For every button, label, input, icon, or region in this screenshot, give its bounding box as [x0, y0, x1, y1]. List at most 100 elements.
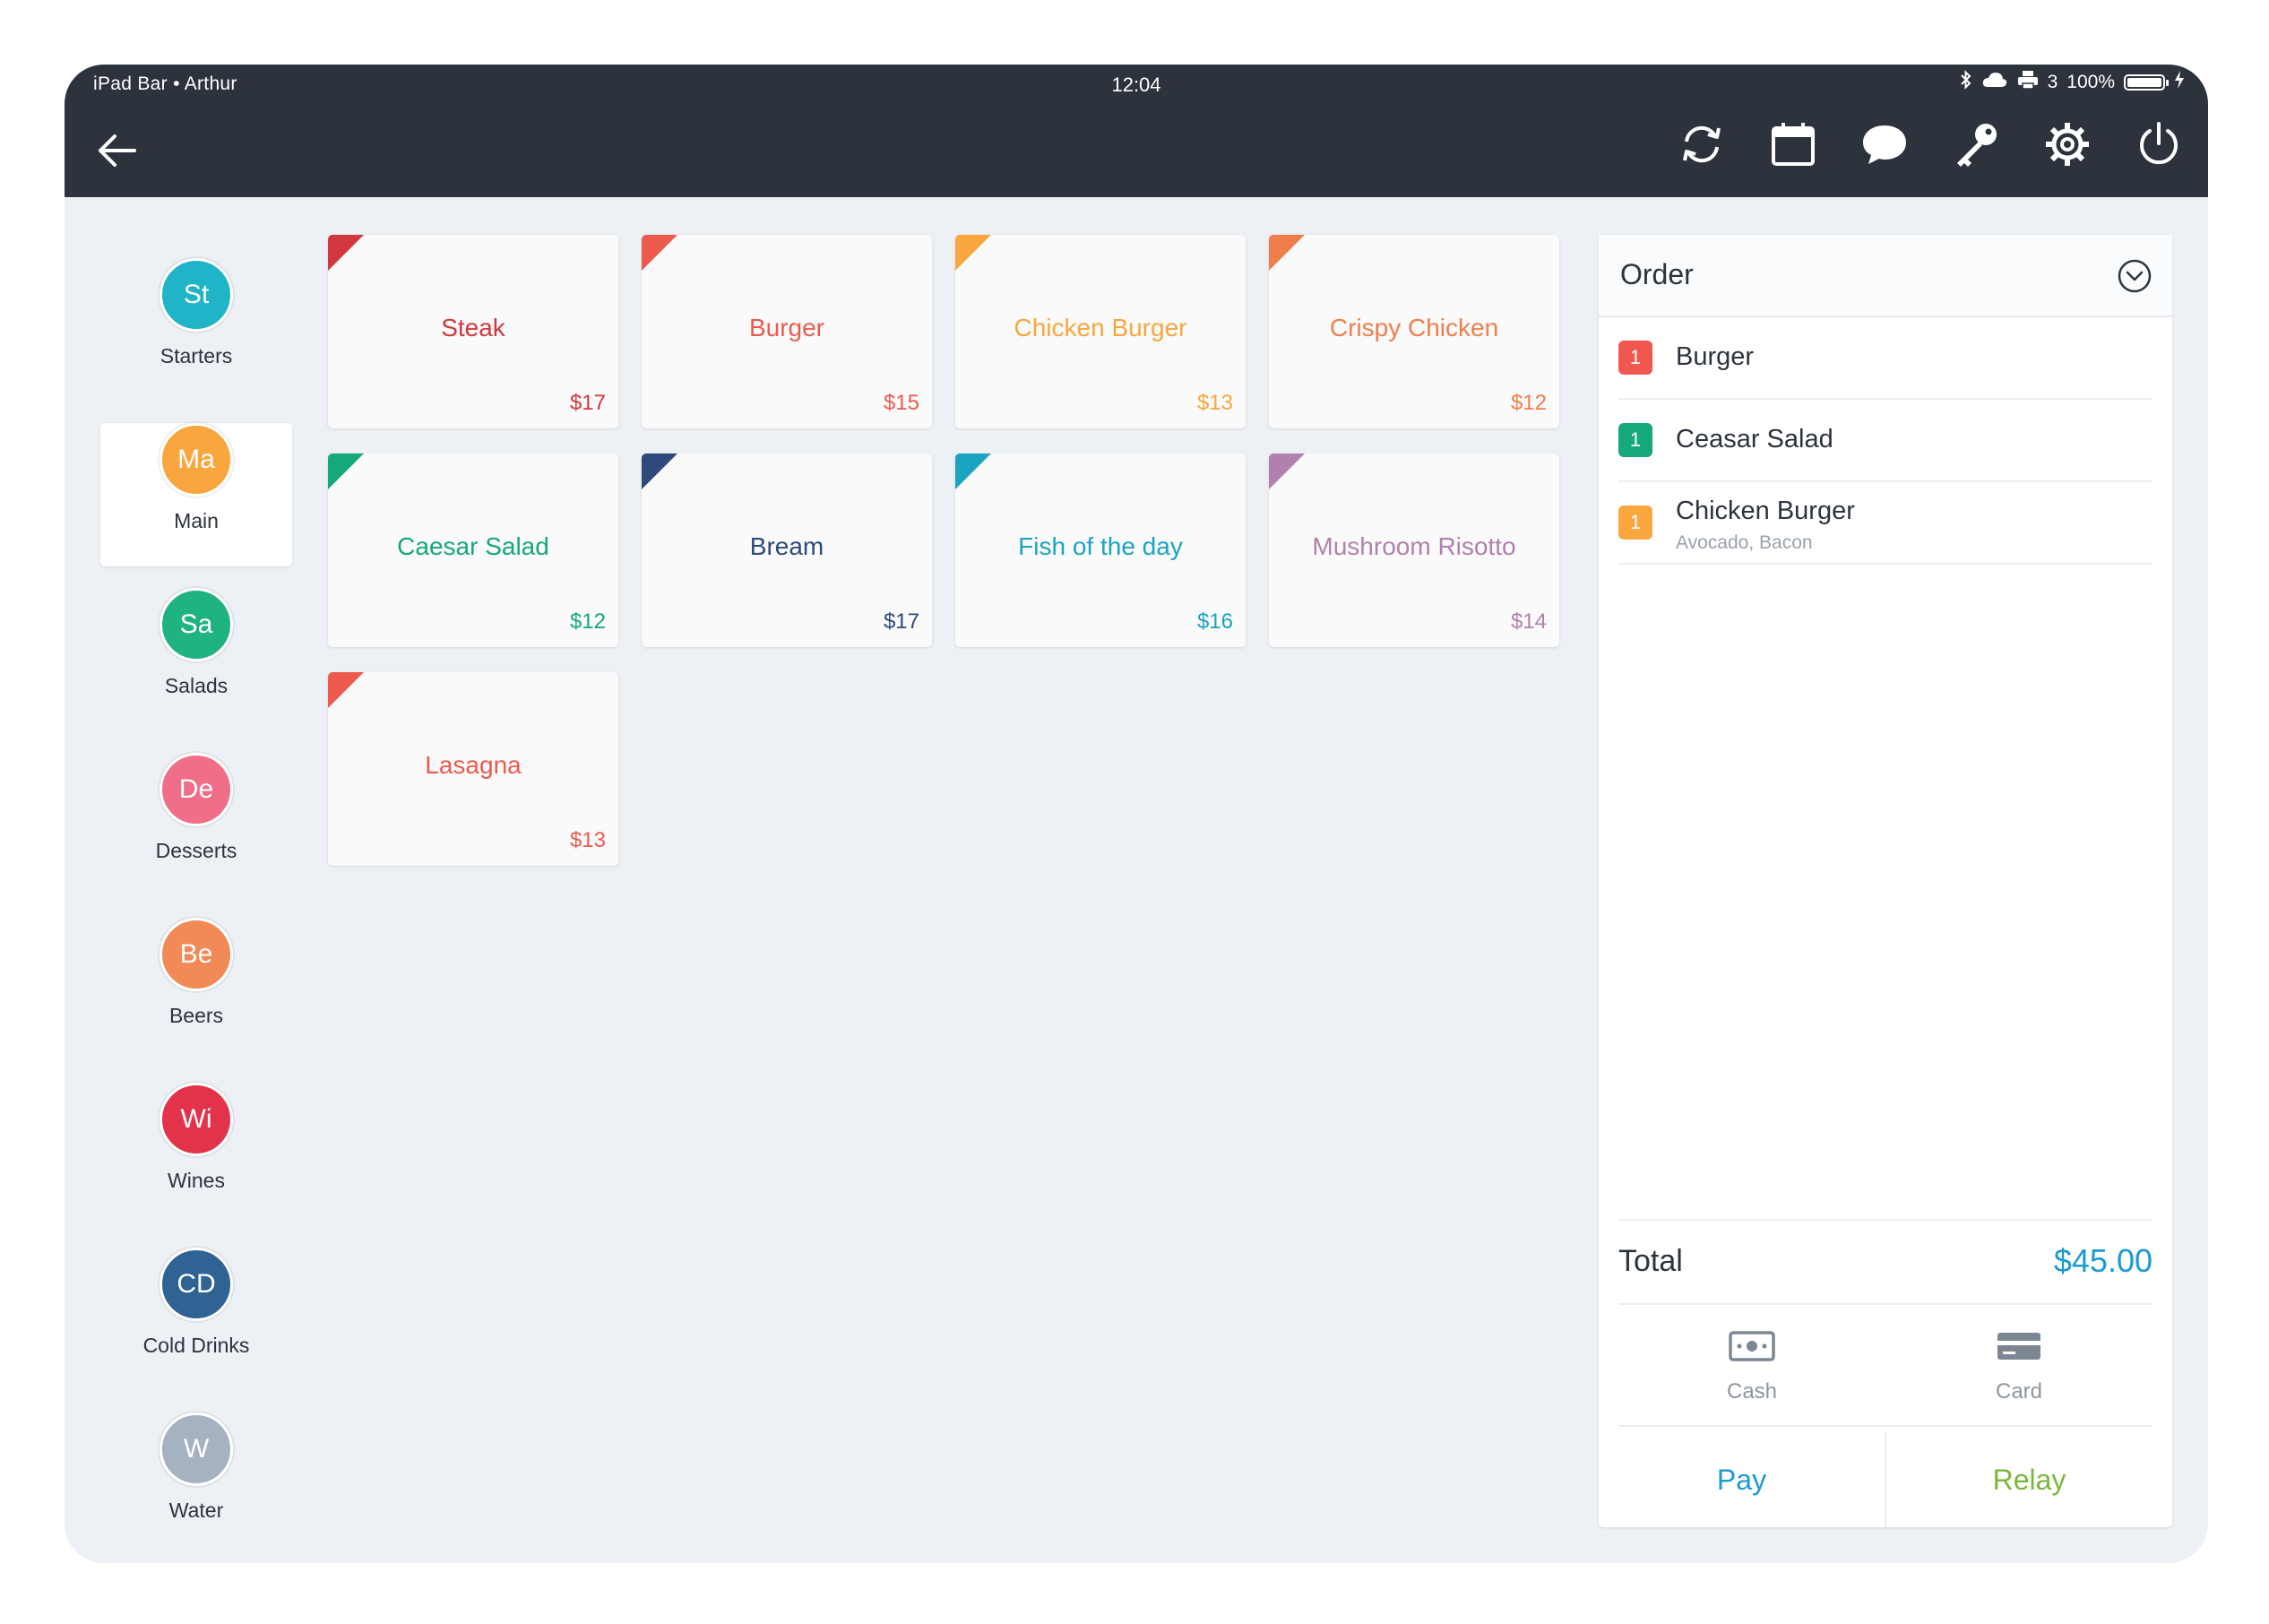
category-beers[interactable]: Be Beers [100, 918, 292, 1061]
battery-percent: 100% [2066, 72, 2115, 92]
tile-color-tag [328, 454, 364, 489]
toolbar [1678, 120, 2183, 168]
calendar-icon[interactable] [1769, 120, 1817, 168]
card-button[interactable]: Card [1885, 1303, 2153, 1425]
product-tile-crispy-chicken[interactable]: Crispy Chicken $12 [1269, 235, 1559, 428]
product-tile-bream[interactable]: Bream $17 [642, 454, 932, 647]
top-bar: iPad Bar • Arthur 12:04 3 100% [65, 65, 2208, 197]
tile-color-tag [642, 235, 677, 271]
pay-button[interactable]: Pay [1599, 1432, 1886, 1527]
order-actions: Pay Relay [1599, 1432, 2172, 1527]
category-avatar: Wi [160, 1083, 233, 1156]
product-name: Fish of the day [1018, 532, 1183, 560]
battery-icon [2124, 74, 2169, 91]
category-wines[interactable]: Wi Wines [100, 1083, 292, 1226]
product-name: Caesar Salad [397, 532, 549, 560]
category-label: Main [174, 509, 219, 532]
bluetooth-icon [1960, 70, 1972, 95]
sync-icon[interactable] [1678, 120, 1726, 168]
product-price: $16 [1196, 609, 1233, 634]
product-name: Bream [749, 532, 824, 560]
product-tile-chicken-burger[interactable]: Chicken Burger $13 [955, 235, 1246, 428]
product-tile-steak[interactable]: Steak $17 [328, 235, 618, 428]
back-arrow-icon[interactable] [91, 124, 145, 177]
order-title: Order [1620, 258, 1694, 290]
category-avatar: De [160, 753, 233, 826]
category-avatar: CD [160, 1248, 233, 1321]
product-price: $17 [883, 609, 919, 634]
chat-icon[interactable] [1860, 120, 1909, 168]
cash-icon [1728, 1331, 1776, 1368]
power-icon[interactable] [2135, 120, 2183, 168]
ipad-screen: iPad Bar • Arthur 12:04 3 100% St Starte… [65, 65, 2208, 1563]
category-label: Water [168, 1499, 224, 1522]
product-price: $12 [1510, 391, 1547, 415]
order-item-modifiers: Avocado, Bacon [1676, 532, 1813, 553]
category-label: Starters [160, 344, 233, 367]
product-tile-mushroom-risotto[interactable]: Mushroom Risotto $14 [1269, 454, 1559, 647]
category-salads[interactable]: Sa Salads [100, 588, 292, 731]
cash-label: Cash [1726, 1379, 1778, 1404]
product-name: Lasagna [425, 751, 522, 779]
tile-color-tag [328, 672, 364, 708]
category-water[interactable]: W Water [100, 1412, 292, 1556]
order-line-item[interactable]: 1 Burger [1618, 317, 2153, 400]
category-cold-drinks[interactable]: CD Cold Drinks [100, 1248, 292, 1391]
chevron-down-icon[interactable] [2117, 258, 2153, 294]
clock: 12:04 [1111, 73, 1161, 96]
category-label: Beers [168, 1004, 224, 1027]
order-line-item[interactable]: 1 Ceasar Salad [1618, 400, 2153, 482]
category-label: Salads [164, 674, 229, 697]
cloud-icon [1981, 71, 2008, 94]
category-label: Wines [168, 1169, 225, 1192]
card-label: Card [1995, 1379, 2043, 1404]
key-icon[interactable] [1952, 120, 2000, 168]
product-tile-caesar-salad[interactable]: Caesar Salad $12 [328, 454, 618, 647]
printer-icon [2017, 70, 2039, 95]
product-tile-burger[interactable]: Burger $15 [642, 235, 932, 428]
credit-card-icon [1995, 1333, 2043, 1368]
category-desserts[interactable]: De Desserts [100, 753, 292, 896]
tile-color-tag [1269, 235, 1305, 271]
order-total: Total $45.00 [1618, 1219, 2153, 1305]
product-name: Chicken Burger [1014, 314, 1187, 341]
product-price: $12 [569, 609, 606, 634]
charging-icon [2174, 71, 2185, 94]
product-price: $14 [1510, 609, 1547, 634]
relay-button[interactable]: Relay [1886, 1432, 2172, 1527]
tile-color-tag [642, 454, 677, 489]
quantity-badge: 1 [1618, 505, 1652, 540]
tile-color-tag [955, 454, 991, 489]
order-item-name: Ceasar Salad [1676, 425, 1833, 454]
settings-icon[interactable] [2043, 120, 2092, 168]
product-name: Crispy Chicken [1329, 314, 1499, 341]
tile-color-tag [328, 235, 364, 271]
product-tile-lasagna[interactable]: Lasagna $13 [328, 672, 618, 866]
cash-button[interactable]: Cash [1618, 1303, 1885, 1425]
order-line-item[interactable]: 1 Chicken Burger Avocado, Bacon [1618, 482, 2153, 565]
category-starters[interactable]: St Starters [100, 258, 292, 402]
product-price: $13 [1196, 391, 1233, 415]
category-label: Desserts [155, 839, 237, 862]
product-price: $17 [569, 391, 606, 415]
printer-count: 3 [2047, 72, 2058, 92]
product-price: $15 [883, 391, 919, 415]
product-price: $13 [569, 828, 606, 852]
product-name: Mushroom Risotto [1312, 532, 1516, 560]
quantity-badge: 1 [1618, 423, 1652, 457]
quantity-badge: 1 [1618, 341, 1652, 375]
category-avatar: Ma [160, 423, 233, 497]
category-main[interactable]: Ma Main [100, 423, 292, 566]
category-label: Cold Drinks [142, 1334, 250, 1357]
order-panel: Order 1 Burger 1 Ceasar Salad 1 Chicken … [1599, 235, 2172, 1527]
product-tile-fish-of-the-day[interactable]: Fish of the day $16 [955, 454, 1246, 647]
total-label: Total [1618, 1244, 1683, 1278]
category-avatar: W [160, 1412, 233, 1486]
category-avatar: Sa [160, 588, 233, 661]
category-sidebar: St Starters Ma Main Sa Salads De Dessert… [100, 237, 292, 1556]
order-item-name: Burger [1676, 342, 1755, 371]
product-name: Burger [748, 314, 825, 341]
tile-color-tag [1269, 454, 1305, 489]
order-header: Order [1599, 235, 2172, 317]
category-avatar: Be [160, 918, 233, 991]
